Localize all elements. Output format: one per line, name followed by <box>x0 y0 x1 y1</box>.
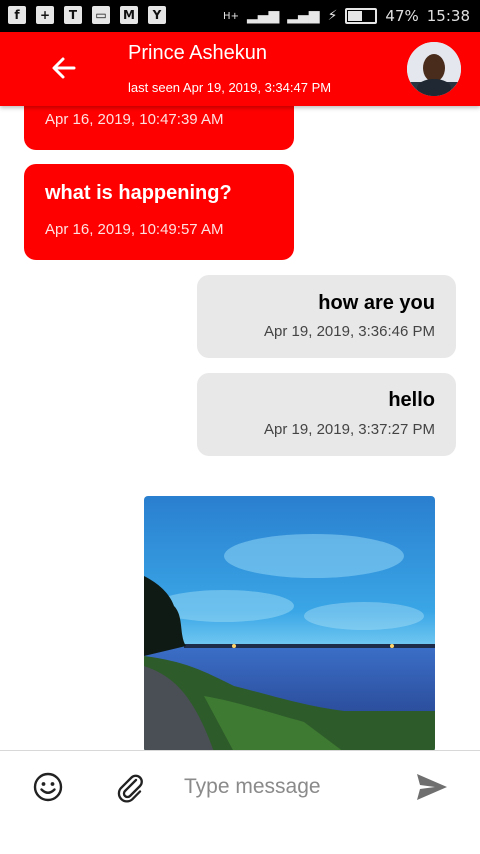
clock: 15:38 <box>426 7 470 25</box>
signal-icon: ▂▄▆ <box>246 8 280 24</box>
facebook-icon: f <box>8 6 26 24</box>
contact-name[interactable]: Prince Ashekun <box>128 42 267 65</box>
shirt-icon: T <box>64 6 82 24</box>
status-bar: f + T ▭ M Y H+ ▂▄▆ ▂▄▆ ⚡ 47% 15:38 <box>0 0 480 32</box>
send-button[interactable] <box>412 767 452 807</box>
chat-header: Prince Ashekun last seen Apr 19, 2019, 3… <box>0 32 480 106</box>
message-text: what is happening? <box>45 182 232 204</box>
network-type-icon: H+ <box>223 10 239 22</box>
battery-percent: 47% <box>385 7 419 25</box>
window-icon: ▭ <box>92 6 110 24</box>
message-composer <box>0 750 480 827</box>
avatar[interactable] <box>407 42 461 96</box>
smiley-icon <box>33 772 63 802</box>
message-timestamp: Apr 16, 2019, 10:47:39 AM <box>45 111 224 128</box>
notification-icons: f + T ▭ M Y <box>8 6 166 24</box>
avatar-photo <box>407 42 461 96</box>
charging-icon: ⚡ <box>327 8 338 24</box>
message-timestamp: Apr 16, 2019, 10:49:57 AM <box>45 221 224 238</box>
emoji-button[interactable] <box>28 767 68 807</box>
back-arrow-icon <box>52 57 76 79</box>
landscape-photo <box>144 496 435 752</box>
status-right: H+ ▂▄▆ ▂▄▆ ⚡ 47% 15:38 <box>223 7 470 25</box>
attach-button[interactable] <box>110 767 150 807</box>
last-seen-status: last seen Apr 19, 2019, 3:34:47 PM <box>128 80 332 95</box>
message-input[interactable] <box>184 769 384 805</box>
send-icon <box>417 774 447 800</box>
message-text: hello <box>388 389 435 411</box>
paperclip-icon <box>117 774 143 803</box>
message-timestamp: Apr 19, 2019, 3:37:27 PM <box>264 421 435 438</box>
battery-icon <box>345 8 378 24</box>
message-bubble-incoming[interactable]: what is happening? Apr 16, 2019, 10:49:5… <box>24 164 294 260</box>
message-bubble-outgoing[interactable]: hello Apr 19, 2019, 3:37:27 PM <box>197 373 456 456</box>
person-add-icon: + <box>36 6 54 24</box>
gmail-icon: M <box>120 6 138 24</box>
vpn-icon: Y <box>148 6 166 24</box>
message-timestamp: Apr 19, 2019, 3:36:46 PM <box>264 323 435 340</box>
back-button[interactable] <box>46 50 82 86</box>
signal-2-icon: ▂▄▆ <box>287 8 320 24</box>
image-message[interactable] <box>144 496 435 752</box>
message-text: how are you <box>318 292 435 314</box>
message-bubble-outgoing[interactable]: how are you Apr 19, 2019, 3:36:46 PM <box>197 275 456 358</box>
